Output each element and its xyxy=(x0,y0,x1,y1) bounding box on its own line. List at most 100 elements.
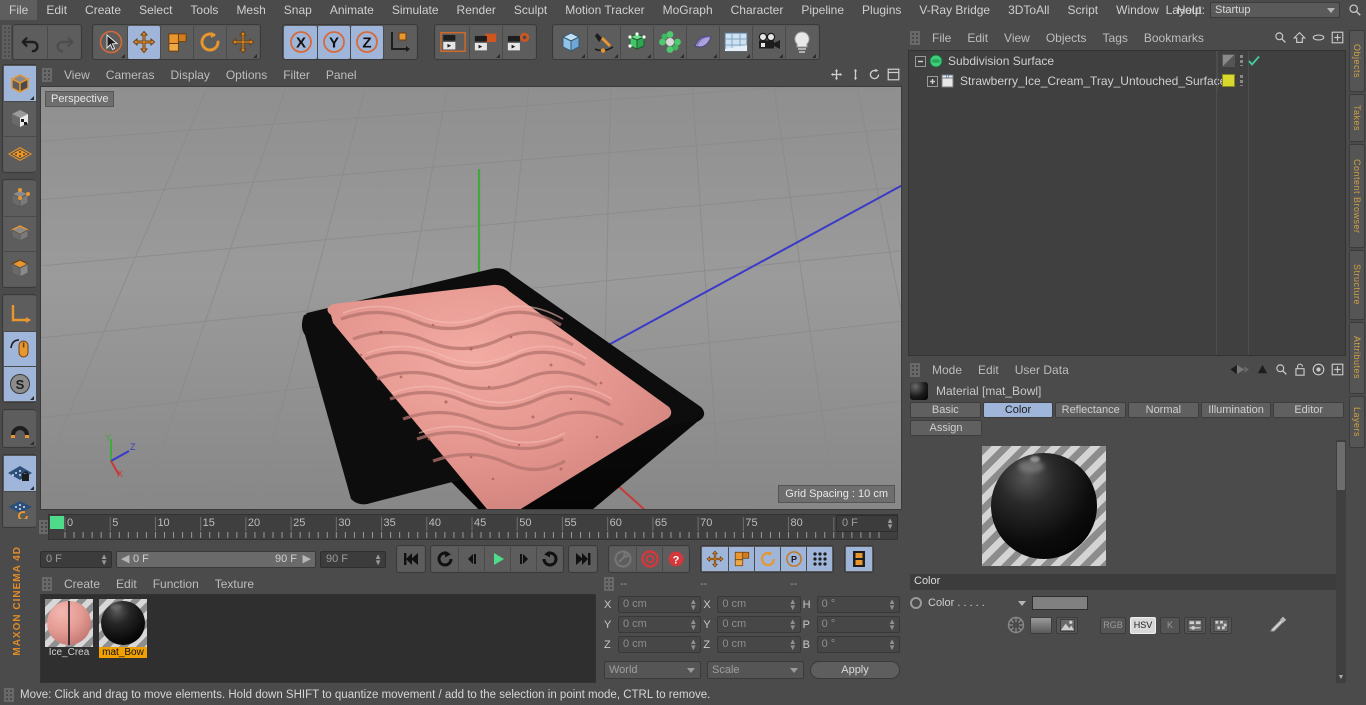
target-icon[interactable] xyxy=(1312,363,1325,376)
attributes-menu-mode[interactable]: Mode xyxy=(924,360,970,380)
snap-button[interactable]: S xyxy=(4,366,36,401)
viewport-menu-panel[interactable]: Panel xyxy=(318,64,365,86)
rot-p-field[interactable]: 0 ° ▲ ▼ xyxy=(816,616,900,633)
menu-window[interactable]: Window xyxy=(1107,0,1168,20)
right-tab-takes[interactable]: Takes xyxy=(1349,94,1365,142)
k-mode-button[interactable]: K xyxy=(1160,616,1180,634)
zoom-icon[interactable] xyxy=(849,68,862,81)
redo-button[interactable] xyxy=(47,25,80,59)
texture-mode-button[interactable] xyxy=(4,101,36,136)
render-view-button[interactable] xyxy=(436,25,469,59)
tag-dots-icon[interactable] xyxy=(1240,75,1243,86)
menu-character[interactable]: Character xyxy=(722,0,793,20)
color-enable-radio[interactable] xyxy=(910,597,922,609)
rotate-view-icon[interactable] xyxy=(868,68,881,81)
material-list[interactable]: Ice_Crea mat_Bow xyxy=(40,594,596,683)
rotate-tool-button[interactable] xyxy=(193,25,226,59)
expand-collapse-icon[interactable] xyxy=(927,75,938,87)
move-tool-button[interactable] xyxy=(127,25,160,59)
rgb-mode-button[interactable]: RGB xyxy=(1100,616,1126,634)
light-button[interactable] xyxy=(785,25,818,59)
object-menu-bookmarks[interactable]: Bookmarks xyxy=(1136,28,1212,48)
polygon-mode-button[interactable] xyxy=(4,251,36,286)
material-menu-function[interactable]: Function xyxy=(145,574,207,594)
right-tab-structure[interactable]: Structure xyxy=(1349,250,1365,320)
viewport-menu-options[interactable]: Options xyxy=(218,64,275,86)
size-y-field[interactable]: 0 cm ▲ ▼ xyxy=(717,616,801,633)
search-icon[interactable] xyxy=(1274,31,1287,44)
menu-animate[interactable]: Animate xyxy=(321,0,383,20)
stepper-icon[interactable]: ▲ ▼ xyxy=(888,598,896,612)
key-pla-button[interactable] xyxy=(806,547,832,571)
stepper-icon[interactable]: ▲ ▼ xyxy=(789,598,797,612)
pos-z-field[interactable]: 0 cm ▲ ▼ xyxy=(618,636,702,653)
world-object-coordinate-button[interactable] xyxy=(383,25,416,59)
tab-assign[interactable]: Assign xyxy=(910,420,982,436)
slider-mode-icon[interactable] xyxy=(1184,616,1206,634)
go-to-start-button[interactable] xyxy=(398,547,424,571)
material-preview-bowl[interactable] xyxy=(99,599,147,647)
texture-picker-icon[interactable] xyxy=(1056,616,1078,634)
pan-icon[interactable] xyxy=(830,68,843,81)
object-tree[interactable]: Subdivision Surface 0 Strawberry_Ice_Cre… xyxy=(908,50,1346,356)
home-icon[interactable] xyxy=(1293,31,1306,44)
edge-mode-button[interactable] xyxy=(4,216,36,251)
coord-mode-select[interactable]: Scale xyxy=(707,661,804,679)
ellipse-icon[interactable] xyxy=(1312,31,1325,44)
stepper-icon[interactable]: ▲ ▼ xyxy=(100,552,108,566)
timeline-current-field-right[interactable]: 0 F ▲ ▼ xyxy=(836,515,898,532)
lock-z-axis-button[interactable]: Z xyxy=(350,25,383,59)
add-panel-icon[interactable] xyxy=(1331,31,1344,44)
search-icon[interactable] xyxy=(1275,363,1288,376)
tab-basic[interactable]: Basic xyxy=(910,402,981,418)
next-frame-button[interactable] xyxy=(510,547,536,571)
menu-mograph[interactable]: MoGraph xyxy=(654,0,722,20)
viewport-menu-filter[interactable]: Filter xyxy=(275,64,318,86)
scrollbar-thumb[interactable] xyxy=(1337,442,1345,490)
size-x-field[interactable]: 0 cm ▲ ▼ xyxy=(717,596,801,613)
maximize-view-icon[interactable] xyxy=(887,68,900,81)
menu-select[interactable]: Select xyxy=(130,0,181,20)
menu-render[interactable]: Render xyxy=(448,0,505,20)
scroll-down-arrow[interactable]: ▼ xyxy=(1337,674,1345,681)
axis-mode-button[interactable] xyxy=(4,136,36,171)
coordinates-gripper[interactable] xyxy=(604,577,614,591)
tab-editor[interactable]: Editor xyxy=(1273,402,1345,418)
move-tool-secondary-button[interactable] xyxy=(226,25,259,59)
hsv-mode-button[interactable]: HSV xyxy=(1130,616,1156,634)
menu-sculpt[interactable]: Sculpt xyxy=(505,0,556,20)
right-tab-content-browser[interactable]: Content Browser xyxy=(1349,144,1365,248)
expand-collapse-icon[interactable] xyxy=(915,55,926,67)
render-settings-button[interactable] xyxy=(502,25,535,59)
stepper-icon[interactable]: ▲ ▼ xyxy=(374,552,382,566)
max-frame-field[interactable]: 90 F ▲ ▼ xyxy=(320,550,386,568)
menu-3dtoall[interactable]: 3DToAll xyxy=(999,0,1058,20)
select-tool-button[interactable] xyxy=(94,25,127,59)
tag-dots-icon[interactable] xyxy=(1240,55,1243,66)
cube-primitive-button[interactable] xyxy=(554,25,587,59)
tab-color[interactable]: Color xyxy=(982,402,1054,418)
autokey-button[interactable] xyxy=(636,547,662,571)
lock-y-axis-button[interactable]: Y xyxy=(317,25,350,59)
right-tab-objects[interactable]: Objects xyxy=(1349,30,1365,92)
coord-system-select[interactable]: World xyxy=(604,661,701,679)
gradient-picker-icon[interactable] xyxy=(1030,616,1052,634)
rot-h-field[interactable]: 0 ° ▲ ▼ xyxy=(816,596,900,613)
table-row[interactable]: 0 Strawberry_Ice_Cream_Tray_Untouched_Su… xyxy=(909,71,1345,91)
viewport-solo-button[interactable] xyxy=(4,331,36,366)
array-object-button[interactable] xyxy=(653,25,686,59)
tab-normal[interactable]: Normal xyxy=(1128,402,1199,418)
eyedropper-icon[interactable] xyxy=(1268,616,1288,634)
play-forward-loop-button[interactable] xyxy=(536,547,562,571)
material-gripper[interactable] xyxy=(42,577,52,591)
workplane-reset-button[interactable] xyxy=(4,491,36,526)
attributes-gripper[interactable] xyxy=(910,363,920,377)
stepper-icon[interactable]: ▲ ▼ xyxy=(689,638,697,652)
environment-button[interactable] xyxy=(719,25,752,59)
object-menu-view[interactable]: View xyxy=(996,28,1038,48)
history-back-icon[interactable] xyxy=(1222,363,1250,376)
color-wheel-icon[interactable] xyxy=(1006,616,1026,634)
viewport-menu-display[interactable]: Display xyxy=(162,64,217,86)
material-menu-create[interactable]: Create xyxy=(56,574,108,594)
material-preview[interactable] xyxy=(982,446,1106,566)
